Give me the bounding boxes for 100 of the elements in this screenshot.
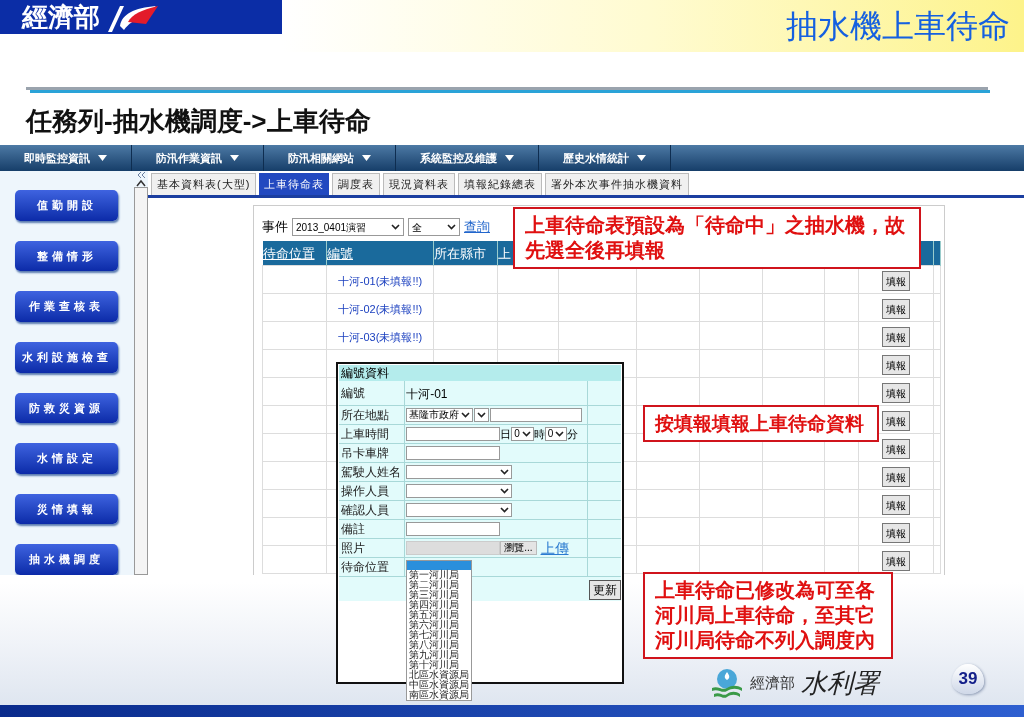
tab[interactable]: 署外本次事件抽水機資料 — [545, 173, 690, 195]
caret-icon — [505, 155, 514, 161]
report-button[interactable]: 填報 — [882, 327, 910, 347]
caret-icon — [637, 155, 646, 161]
town-select[interactable] — [474, 408, 490, 422]
date-field[interactable] — [406, 427, 501, 441]
tab[interactable]: 調度表 — [332, 173, 381, 195]
report-button[interactable]: 填報 — [882, 523, 910, 543]
field-label: 操作人員 — [339, 481, 405, 501]
dropdown-option[interactable]: 第七河川局 — [407, 630, 472, 640]
column-header[interactable]: 編號 — [327, 246, 353, 261]
select-field[interactable] — [406, 503, 513, 517]
dropdown-option[interactable]: 第一河川局 — [407, 570, 472, 580]
unit-label: 日 — [500, 426, 512, 442]
report-button[interactable]: 填報 — [882, 439, 910, 459]
chevron-down-icon — [521, 431, 531, 437]
footer-agency: 水利署 — [801, 667, 879, 700]
report-button[interactable]: 填報 — [882, 355, 910, 375]
hour-select[interactable]: 0 — [511, 427, 534, 441]
caret-icon — [362, 155, 371, 161]
field-label: 編號 — [339, 381, 405, 406]
field-label: 駕駛人姓名 — [339, 462, 405, 482]
sidebar-button[interactable]: 作業查核表 — [15, 291, 118, 322]
address-field[interactable] — [490, 408, 583, 422]
column-header[interactable]: 所在縣市 — [434, 246, 486, 261]
callout-note: 按填報填報上車待命資料 — [643, 405, 879, 442]
report-button[interactable]: 填報 — [882, 383, 910, 403]
upload-link[interactable]: 上傳 — [540, 540, 569, 556]
chevron-down-icon — [500, 507, 510, 513]
file-field[interactable] — [406, 541, 501, 555]
field-value: 十河-01 — [406, 387, 448, 401]
sidebar-button[interactable]: 防救災資源 — [15, 392, 118, 424]
report-button[interactable]: 填報 — [882, 271, 910, 291]
select-field[interactable] — [406, 484, 513, 498]
callout-note: 上車待命已修改為可至各河川局上車待命，至其它河川局待命不列入調度內 — [643, 572, 893, 659]
unit-label: 時 — [533, 426, 545, 442]
chevron-down-icon — [447, 224, 456, 230]
dropdown-option[interactable]: 第四河川局 — [407, 600, 472, 610]
water-drop-logo-icon — [710, 667, 744, 700]
caret-icon — [98, 155, 107, 161]
footer-ministry: 經濟部 — [750, 673, 795, 695]
report-button[interactable]: 填報 — [882, 411, 910, 431]
dropdown-option[interactable]: 第九河川局 — [407, 650, 472, 660]
field-label: 所在地點 — [339, 405, 405, 425]
caret-icon — [230, 155, 239, 161]
dropdown-option[interactable]: 第十河川局 — [407, 660, 472, 670]
field-label: 備註 — [339, 519, 405, 539]
dropdown-option[interactable]: 北區水資源局 — [407, 670, 472, 680]
collapse-icon[interactable] — [135, 171, 146, 179]
filter-label: 事件 — [262, 218, 288, 237]
tab[interactable]: 基本資料表(大型) — [151, 173, 257, 195]
slide-subtitle: 任務列-抽水機調度->上車待命 — [26, 105, 372, 138]
dropdown-option[interactable]: 第八河川局 — [407, 640, 472, 650]
report-button[interactable]: 填報 — [882, 299, 910, 319]
update-button[interactable]: 更新 — [589, 580, 621, 600]
dropdown-option[interactable]: 南區水資源局 — [407, 690, 472, 700]
slide-title: 抽水機上車待命 — [786, 7, 1010, 46]
dropdown-option[interactable]: 第三河川局 — [407, 590, 472, 600]
tab[interactable]: 填報紀錄總表 — [458, 173, 543, 195]
scroll-up-icon[interactable] — [135, 179, 146, 187]
field-label: 上車時間 — [339, 424, 405, 444]
chevron-down-icon — [391, 224, 400, 230]
field-label: 確認人員 — [339, 500, 405, 520]
report-button[interactable]: 填報 — [882, 551, 910, 571]
sidebar-button[interactable]: 整備情形 — [15, 240, 118, 272]
sidebar-button[interactable]: 值勤開設 — [15, 190, 118, 221]
text-field[interactable] — [406, 522, 501, 536]
dropdown-option[interactable]: 第六河川局 — [407, 620, 472, 630]
select-field[interactable] — [406, 465, 513, 479]
sidebar-button[interactable]: 災情填報 — [15, 493, 118, 525]
scope-select[interactable]: 全 — [408, 218, 460, 236]
county-select[interactable]: 基隆市政府 — [406, 408, 474, 422]
report-button[interactable]: 填報 — [882, 467, 910, 487]
sidebar-button[interactable]: 水情設定 — [15, 443, 118, 474]
dropdown-list[interactable]: 第一河川局 第二河川局 第三河川局 第四河川局 第五河川局 第六河川局 第七河川局 第八河川局 第九河川局 第十河川局 北區水資源局 中區水資源局 南區水資源局 — [406, 560, 473, 701]
sidebar-button[interactable]: 水利設施檢查 — [15, 341, 118, 373]
browse-button[interactable]: 瀏覽... — [500, 541, 537, 555]
field-label: 吊卡車牌 — [339, 443, 405, 463]
unit-label: 分 — [567, 426, 579, 442]
chevron-down-icon — [500, 488, 510, 494]
tab[interactable]: 現況資料表 — [383, 173, 456, 195]
column-header[interactable]: 待命位置 — [262, 246, 315, 261]
tab[interactable]: 上車待命表 — [259, 173, 330, 195]
event-select[interactable]: 2013_0401演習 — [292, 218, 404, 236]
chevron-down-icon — [500, 469, 510, 475]
minute-select[interactable]: 0 — [544, 427, 568, 441]
field-label: 照片 — [339, 538, 405, 558]
sidebar-button[interactable]: 抽水機調度 — [15, 544, 118, 575]
chevron-down-icon — [555, 431, 565, 437]
column-header[interactable]: 上 — [498, 246, 511, 261]
dropdown-option[interactable]: 第二河川局 — [407, 580, 472, 590]
form-title: 編號資料 — [339, 365, 621, 381]
dropdown-option[interactable]: 中區水資源局 — [407, 680, 472, 690]
query-link[interactable]: 查詢 — [464, 217, 490, 237]
brand-name: 經濟部 — [22, 2, 100, 32]
text-field[interactable] — [406, 446, 501, 460]
field-label: 待命位置 — [339, 557, 405, 577]
callout-note: 上車待命表預設為「待命中」之抽水機，故先選全後再填報 — [513, 207, 921, 269]
dropdown-option[interactable]: 第五河川局 — [407, 610, 472, 620]
report-button[interactable]: 填報 — [882, 495, 910, 515]
